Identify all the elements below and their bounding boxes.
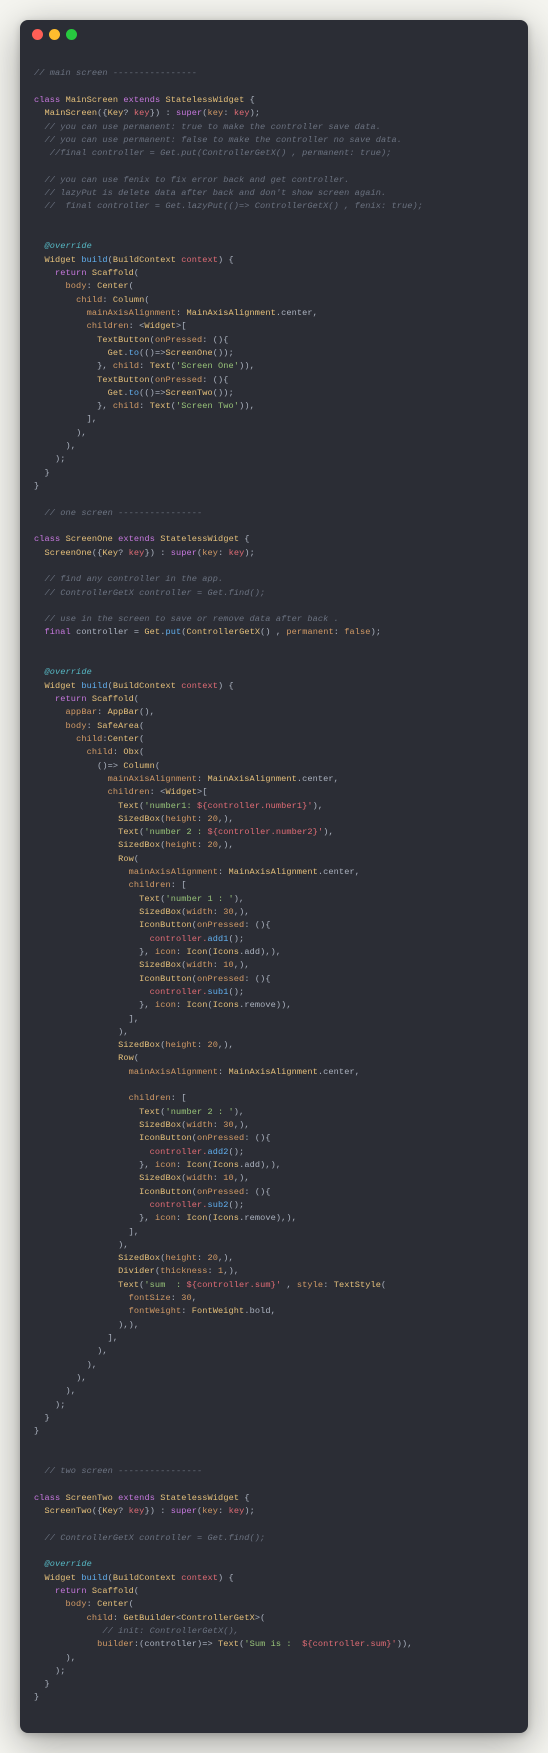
- code-window: // main screen ---------------- class Ma…: [20, 20, 528, 1733]
- comment: //final controller = Get.put(ControllerG…: [34, 148, 391, 158]
- keyword-class: class: [34, 95, 60, 105]
- annotation-override: @override: [45, 241, 92, 251]
- type-stateless: StatelessWidget: [165, 95, 244, 105]
- minimize-icon[interactable]: [49, 29, 60, 40]
- comment: // you can use permanent: false to make …: [34, 135, 402, 145]
- keyword-extends: extends: [123, 95, 160, 105]
- type-mainscreen: MainScreen: [66, 95, 119, 105]
- window-titlebar: [20, 20, 528, 48]
- brace: {: [244, 95, 255, 105]
- comment: // use in the screen to save or remove d…: [34, 614, 339, 624]
- comment: // ControllerGetX controller = Get.find(…: [34, 1533, 265, 1543]
- comment: // final controller = Get.lazyPut(()=> C…: [34, 201, 423, 211]
- comment: // main screen ----------------: [34, 68, 197, 78]
- comment: // you can use permanent: true to make t…: [34, 122, 381, 132]
- comment: // you can use fenix to fix error back a…: [34, 175, 349, 185]
- comment: // two screen ----------------: [34, 1466, 202, 1476]
- comment: // find any controller in the app.: [34, 574, 223, 584]
- comment: // ControllerGetX controller = Get.find(…: [34, 588, 265, 598]
- type-screenone: ScreenOne: [66, 534, 113, 544]
- comment: // one screen ----------------: [34, 508, 202, 518]
- close-icon[interactable]: [32, 29, 43, 40]
- fn-build: build: [81, 255, 107, 265]
- type-screentwo: ScreenTwo: [66, 1493, 113, 1503]
- zoom-icon[interactable]: [66, 29, 77, 40]
- ctor: MainScreen: [45, 108, 98, 118]
- comment: // lazyPut is delete data after back and…: [34, 188, 386, 198]
- code-editor[interactable]: // main screen ---------------- class Ma…: [20, 48, 528, 1713]
